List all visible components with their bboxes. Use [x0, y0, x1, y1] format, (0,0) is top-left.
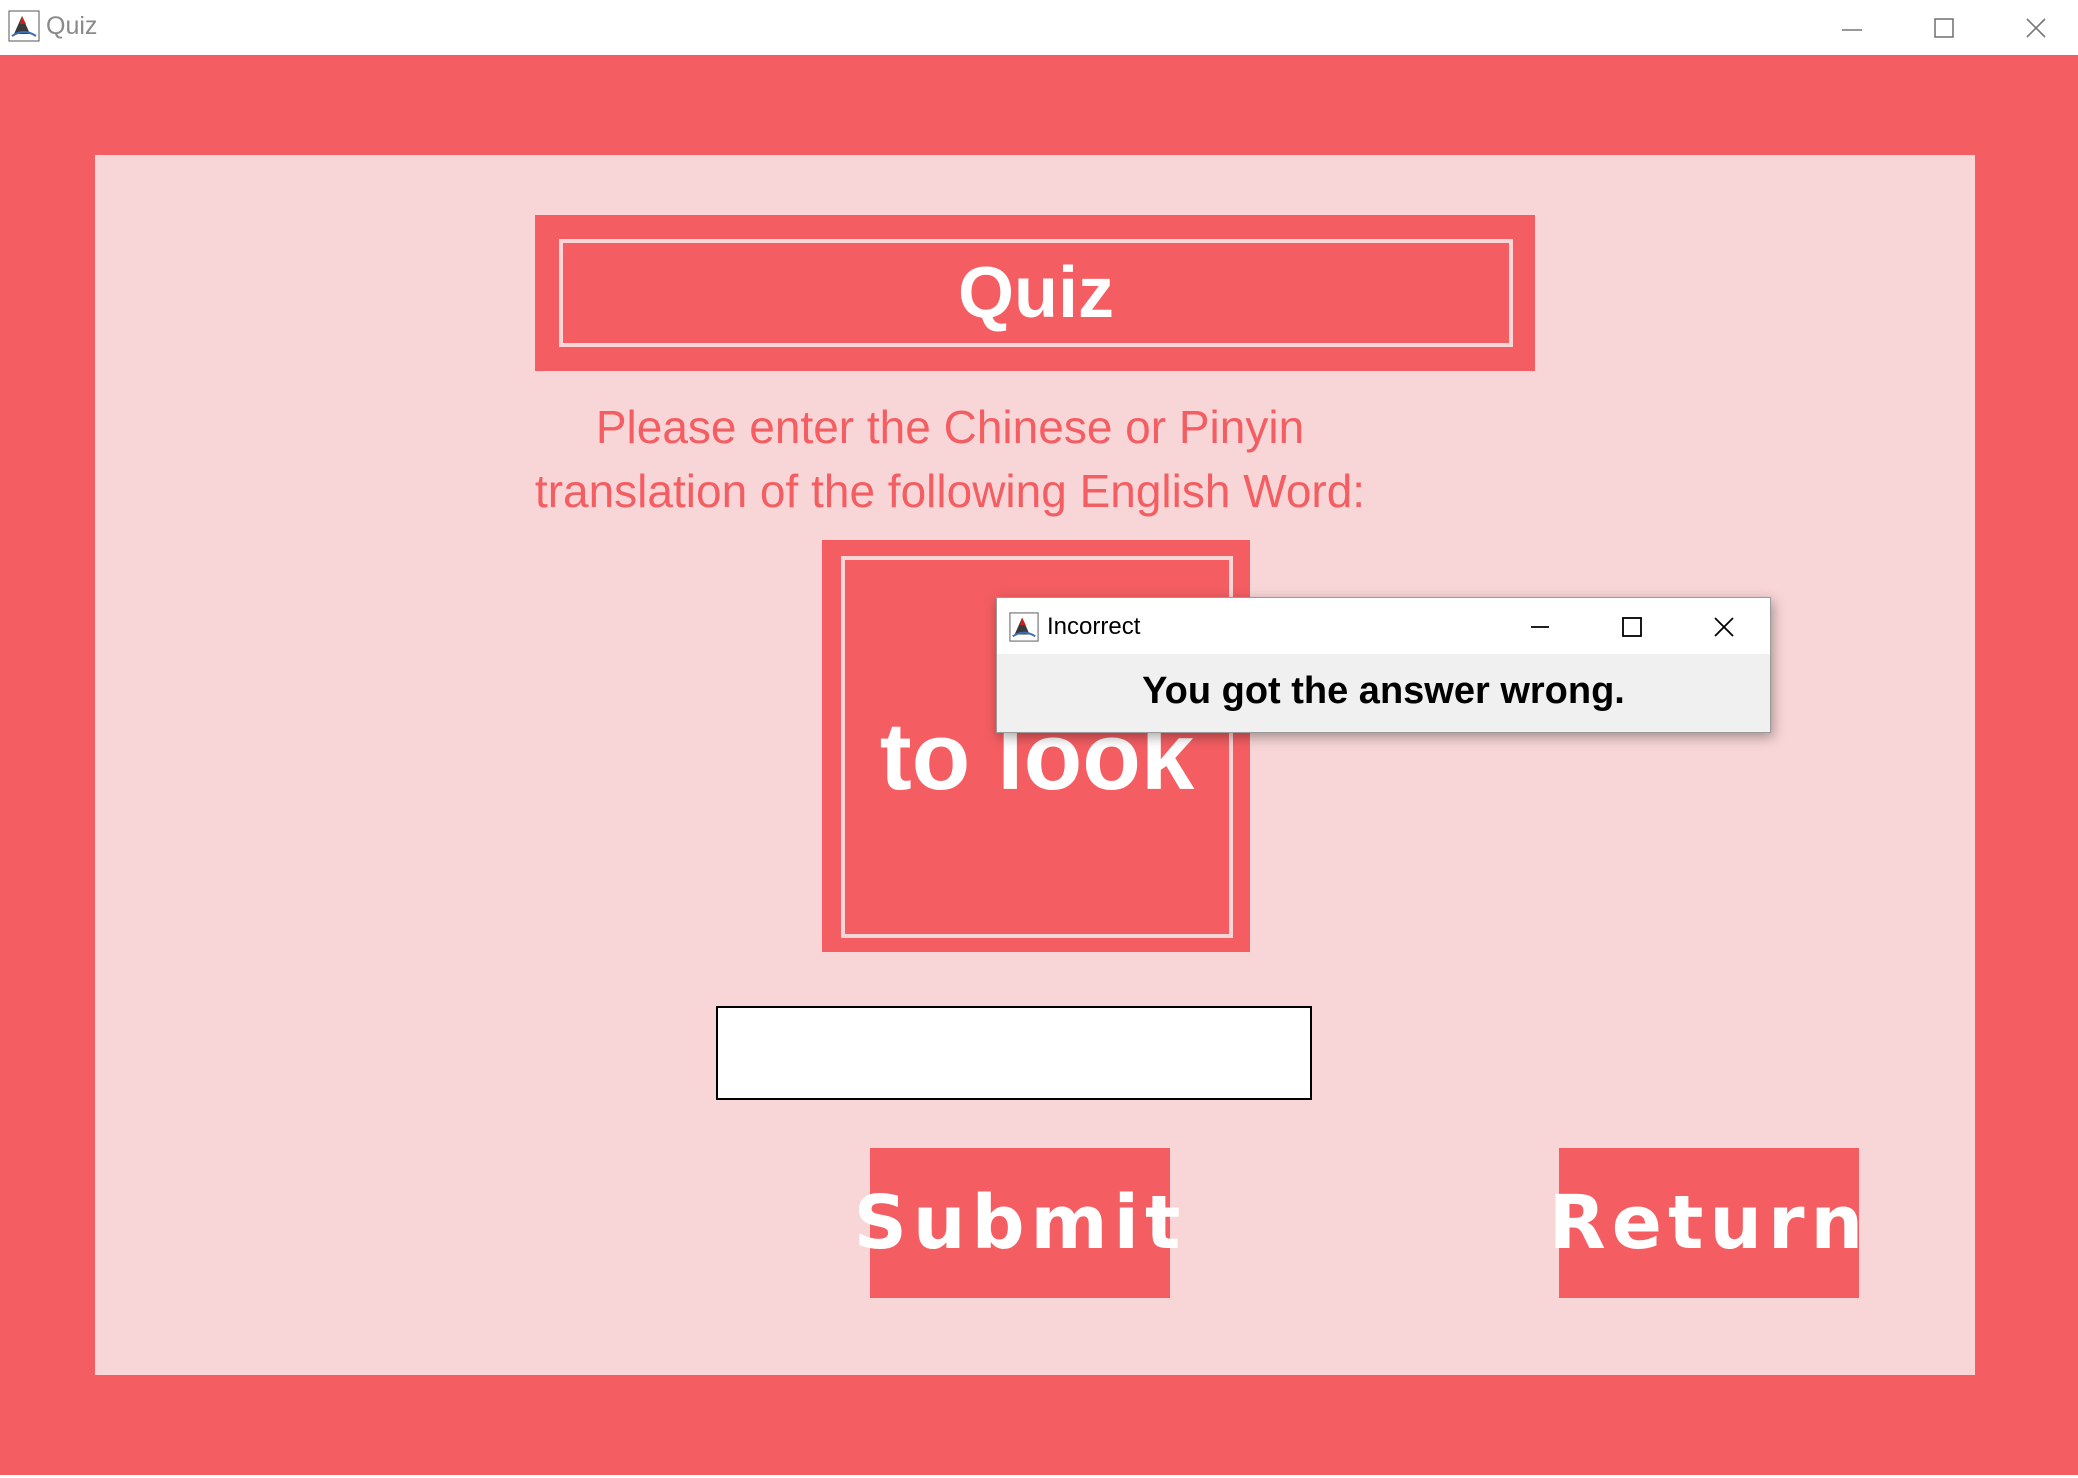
maximize-button[interactable] — [1914, 8, 1974, 46]
answer-input[interactable] — [716, 1006, 1312, 1100]
window-title: Quiz — [46, 12, 98, 40]
close-icon — [1714, 617, 1734, 637]
dialog-close-button[interactable] — [1697, 606, 1753, 646]
dialog-titlebar[interactable]: Incorrect — [997, 598, 1770, 654]
incorrect-dialog: Incorrect You got the answer wrong. — [996, 597, 1771, 733]
dialog-minimize-button[interactable] — [1513, 606, 1569, 646]
return-button[interactable]: Return — [1549, 1148, 1863, 1298]
dialog-title: Incorrect — [1047, 613, 1141, 640]
instruction-line-1: Please enter the Chinese or Pinyin — [595, 401, 1305, 453]
submit-button[interactable]: Submit — [854, 1148, 1180, 1298]
maximize-icon — [1622, 617, 1642, 637]
quiz-window: Quiz Quiz Please enter the Chinese or Pi… — [0, 0, 2078, 1478]
quiz-heading-frame: Quiz — [559, 239, 1513, 347]
dialog-message: You got the answer wrong. — [1142, 670, 1625, 712]
instruction-line-2: translation of the following English Wor… — [534, 465, 1366, 517]
minimize-button[interactable] — [1822, 8, 1882, 46]
dialog-maximize-button[interactable] — [1605, 606, 1661, 646]
java-app-icon — [8, 10, 40, 42]
minimize-icon — [1531, 626, 1549, 628]
minimize-icon — [1842, 29, 1862, 31]
quiz-heading: Quiz — [958, 253, 1114, 333]
close-icon — [2026, 18, 2046, 38]
window-titlebar[interactable]: Quiz — [0, 0, 2078, 55]
close-button[interactable] — [2006, 8, 2066, 46]
java-app-icon — [1009, 612, 1039, 642]
quiz-heading-box: Quiz — [535, 215, 1535, 371]
maximize-icon — [1934, 18, 1954, 38]
instruction-text: Please enter the Chinese or Pinyin trans… — [480, 395, 1420, 523]
